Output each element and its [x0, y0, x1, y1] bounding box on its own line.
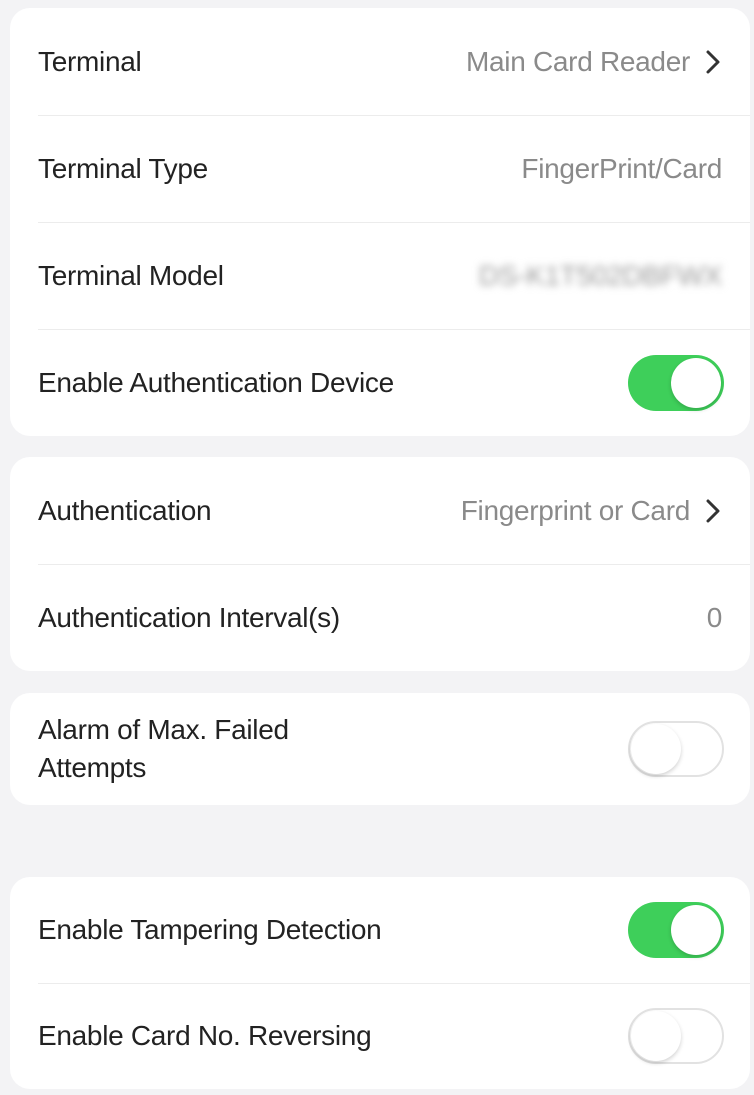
authentication-label: Authentication [38, 494, 212, 526]
alarm-failed-row: Alarm of Max. Failed Attempts [10, 693, 750, 805]
authentication-row[interactable]: Authentication Fingerprint or Card [10, 457, 750, 564]
authentication-settings-card: Authentication Fingerprint or Card Authe… [10, 457, 750, 671]
terminal-model-label: Terminal Model [38, 259, 224, 291]
alarm-failed-toggle[interactable] [628, 721, 724, 777]
terminal-model-row: Terminal Model DS-K1T502DBFWX [10, 222, 750, 329]
toggle-knob [671, 357, 721, 408]
authentication-value-wrap[interactable]: Fingerprint or Card [461, 495, 722, 527]
tampering-row: Enable Tampering Detection [10, 877, 750, 983]
terminal-row[interactable]: Terminal Main Card Reader [10, 8, 750, 115]
toggle-knob [671, 905, 721, 955]
terminal-label: Terminal [38, 45, 142, 77]
card-reversing-label: Enable Card No. Reversing [38, 1020, 372, 1051]
terminal-model-value: DS-K1T502DBFWX [478, 259, 723, 291]
auth-interval-label: Authentication Interval(s) [38, 601, 340, 633]
card-reversing-toggle[interactable] [628, 1008, 724, 1064]
terminal-type-label: Terminal Type [38, 152, 208, 184]
enable-auth-device-toggle[interactable] [628, 354, 724, 411]
chevron-right-icon [706, 50, 720, 73]
auth-interval-row[interactable]: Authentication Interval(s) 0 [10, 564, 750, 671]
authentication-value: Fingerprint or Card [460, 494, 691, 526]
tampering-label: Enable Tampering Detection [38, 914, 382, 945]
terminal-value: Main Card Reader [466, 45, 690, 77]
card-reversing-row: Enable Card No. Reversing [10, 983, 750, 1089]
alarm-failed-label: Alarm of Max. Failed Attempts [38, 714, 289, 783]
tampering-settings-card: Enable Tampering Detection Enable Card N… [10, 877, 750, 1089]
toggle-knob [631, 724, 681, 774]
terminal-value-wrap[interactable]: Main Card Reader [466, 46, 722, 78]
chevron-right-icon [706, 499, 720, 522]
toggle-knob [631, 1011, 681, 1061]
terminal-settings-card: Terminal Main Card Reader Terminal Type … [10, 8, 750, 436]
auth-interval-value[interactable]: 0 [707, 602, 723, 634]
tampering-toggle[interactable] [628, 902, 724, 958]
enable-auth-device-row: Enable Authentication Device [10, 329, 750, 436]
enable-auth-device-label: Enable Authentication Device [38, 366, 394, 398]
terminal-type-row: Terminal Type FingerPrint/Card [10, 115, 750, 222]
alarm-settings-card: Alarm of Max. Failed Attempts [10, 693, 750, 805]
terminal-type-value: FingerPrint/Card [521, 152, 722, 184]
